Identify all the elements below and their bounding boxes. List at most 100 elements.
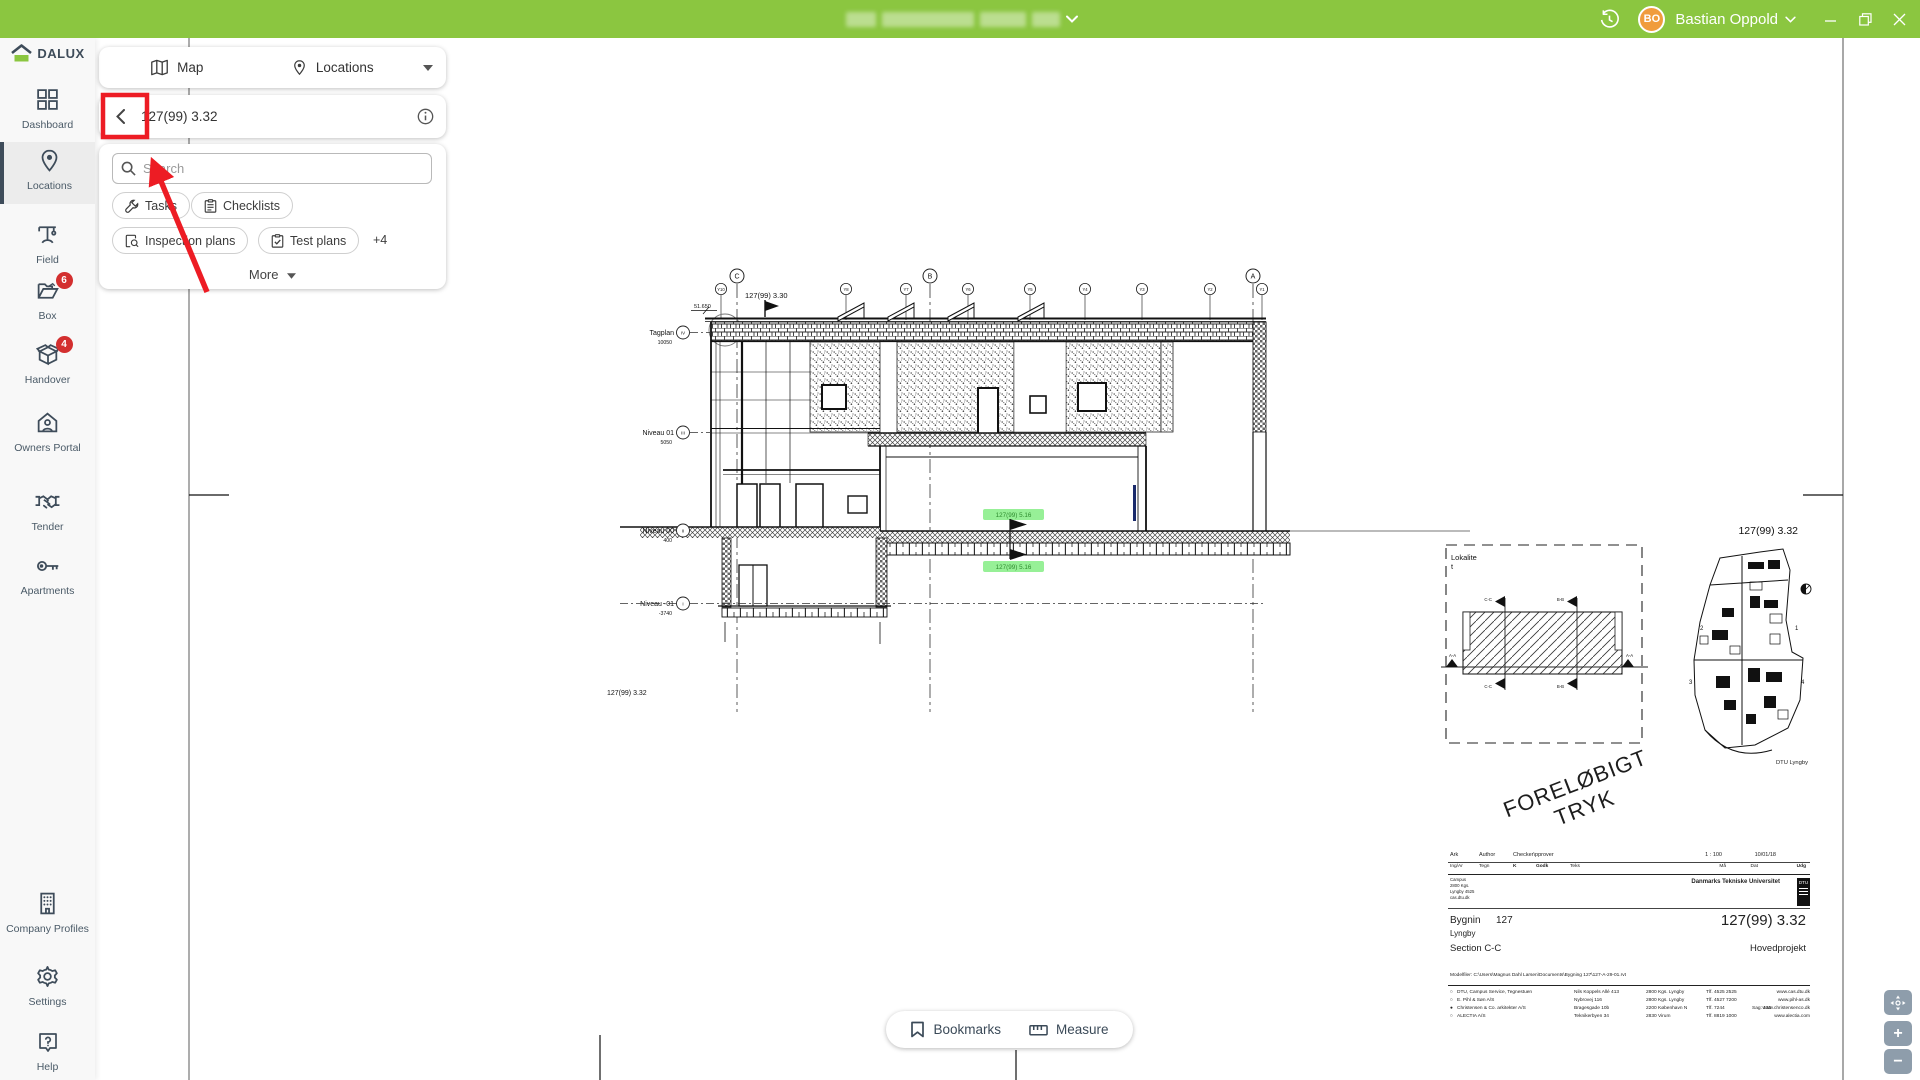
- filter-chip-test-plans[interactable]: Test plans: [258, 227, 359, 254]
- minimize-button[interactable]: [1814, 0, 1848, 38]
- tb-date: 10/01/18: [1755, 852, 1776, 858]
- chevron-down-icon: [1066, 15, 1078, 23]
- sidebar-item-label: Owners Portal: [0, 442, 95, 454]
- grid-label: Y7: [903, 287, 909, 292]
- tabs-expand-button[interactable]: [410, 65, 446, 71]
- svg-text:3: 3: [1689, 680, 1693, 686]
- north-compass: [1801, 584, 1811, 594]
- more-filters-count[interactable]: +4: [373, 233, 387, 247]
- filter-chip-checklists[interactable]: Checklists: [191, 192, 293, 219]
- company-phone: Tlf. 4527 7200: [1706, 998, 1737, 1003]
- tb-label: Checker\pprover: [1513, 852, 1554, 858]
- filter-chip-tasks[interactable]: Tasks: [112, 192, 190, 219]
- dalux-logo[interactable]: DALUX: [0, 44, 95, 63]
- sidebar-item-field[interactable]: Field: [0, 218, 95, 270]
- company-city: 2800 Kgs. Lyngby: [1646, 990, 1684, 995]
- grid-label: A: [1251, 274, 1256, 281]
- restore-button[interactable]: [1848, 0, 1882, 38]
- chevron-left-icon: [116, 109, 125, 124]
- drawing-link-label[interactable]: 127(99) 5.16: [996, 512, 1032, 519]
- wrench-icon: [125, 199, 139, 213]
- view-tabs-card: Map Locations: [99, 47, 446, 88]
- grid-label: Y10: [717, 287, 725, 292]
- location-title: 127(99) 3.32: [141, 109, 404, 124]
- grid-bubbles-small: [715, 283, 1267, 294]
- bookmarks-button[interactable]: Bookmarks: [910, 1021, 1001, 1038]
- sidebar-item-handover[interactable]: 4 Handover: [0, 338, 95, 390]
- company-name: DTU, Campus Service, Tegnestuen: [1457, 990, 1532, 995]
- sidebar-item-label: Dashboard: [0, 119, 95, 131]
- sidebar-item-dashboard[interactable]: Dashboard: [0, 83, 95, 135]
- company-city: 2830 Virum: [1646, 1014, 1670, 1019]
- svg-text:A-A: A-A: [1626, 653, 1633, 658]
- search-icon: [121, 161, 136, 176]
- map-icon: [150, 59, 169, 76]
- tb-label: Tegn: [1479, 864, 1489, 869]
- tb-label: Udg: [1797, 864, 1806, 869]
- ruler-icon: [1029, 1023, 1048, 1037]
- dashboard-icon: [35, 87, 60, 112]
- sidebar-item-label: Apartments: [0, 585, 95, 597]
- tb-building-no: 127: [1496, 915, 1513, 926]
- company-street: Bragesgade 10b: [1574, 1006, 1609, 1011]
- sidebar-item-settings[interactable]: Settings: [0, 960, 95, 1012]
- drawing-link-label[interactable]: 127(99) 5.16: [996, 564, 1032, 571]
- close-button[interactable]: [1882, 0, 1916, 38]
- company-name: Christensen & Co. arkitekter A/S: [1457, 1006, 1526, 1011]
- svg-text:Lokalite: Lokalite: [1451, 553, 1477, 562]
- zoom-in-button[interactable]: +: [1884, 1021, 1912, 1046]
- search-input[interactable]: Search: [112, 153, 432, 184]
- tb-label: K: [1513, 864, 1516, 869]
- company-street: Nybrovej 116: [1574, 998, 1602, 1003]
- measure-button[interactable]: Measure: [1029, 1022, 1109, 1037]
- site-plan: 2 1 3 4 DTU Lyngby: [1689, 549, 1811, 766]
- sidebar-item-locations[interactable]: Locations: [0, 142, 95, 204]
- filter-chip-inspection-plans[interactable]: Inspection plans: [112, 227, 248, 254]
- sidebar-item-owners-portal[interactable]: Owners Portal: [0, 406, 95, 458]
- level-roman: II: [682, 528, 685, 533]
- level-elevation: 5050: [660, 440, 672, 446]
- company-city: 2200 København N: [1646, 1006, 1687, 1011]
- svg-text:4: 4: [1801, 680, 1805, 686]
- title-block: Ark Author Checker\pprover 1 : 100 10/01…: [1448, 851, 1810, 1023]
- sidebar-item-label: Tender: [0, 521, 95, 533]
- tb-project: Hovedprojekt: [1750, 943, 1806, 954]
- level-elevation: 400: [663, 538, 672, 544]
- company-web: www.pihl-as.dk: [1778, 998, 1810, 1003]
- user-name[interactable]: Bastian Oppold: [1675, 11, 1778, 28]
- chevron-down-icon[interactable]: [1785, 16, 1796, 23]
- tab-map[interactable]: Map: [99, 59, 255, 76]
- tb-city: Lyngby: [1450, 929, 1476, 938]
- blurred-text-block: [846, 12, 876, 27]
- sidebar-item-box[interactable]: 6 Box: [0, 274, 95, 326]
- titlebar: BO Bastian Oppold: [0, 0, 1920, 38]
- more-button[interactable]: More: [99, 267, 446, 282]
- sidebar-item-company-profiles[interactable]: Company Profiles: [0, 887, 95, 939]
- chevron-down-icon: [287, 273, 296, 279]
- avatar[interactable]: BO: [1638, 6, 1665, 33]
- info-button[interactable]: [404, 108, 446, 125]
- company-phone: Tlf. 7244: [1706, 1006, 1725, 1011]
- dalux-house-icon: [10, 44, 33, 63]
- back-button[interactable]: [99, 109, 141, 124]
- dimension-label: 51.650: [694, 304, 711, 310]
- sidebar-item-help[interactable]: Help: [0, 1026, 95, 1077]
- tb-address: 2800 Kgs.: [1450, 883, 1469, 888]
- sidebar-item-label: Company Profiles: [0, 923, 95, 935]
- pan-button[interactable]: [1884, 990, 1912, 1015]
- grid-label: Y3: [1139, 287, 1145, 292]
- chip-label: Tasks: [145, 199, 177, 213]
- history-icon[interactable]: [1594, 0, 1624, 38]
- tab-locations[interactable]: Locations: [255, 59, 411, 76]
- svg-text:C-C: C-C: [1484, 684, 1492, 689]
- svg-text:B-B: B-B: [1557, 597, 1564, 602]
- sidebar-item-apartments[interactable]: Apartments: [0, 550, 95, 601]
- sidebar-item-tender[interactable]: Tender: [0, 486, 95, 537]
- basement: [718, 538, 891, 644]
- project-title-blurred[interactable]: [846, 9, 1078, 29]
- bookmarks-label: Bookmarks: [933, 1022, 1001, 1037]
- chip-label: Inspection plans: [145, 234, 235, 248]
- level-label: Tagplan: [649, 330, 674, 337]
- sidebar-item-label: Field: [0, 254, 95, 266]
- zoom-out-button[interactable]: −: [1884, 1049, 1912, 1074]
